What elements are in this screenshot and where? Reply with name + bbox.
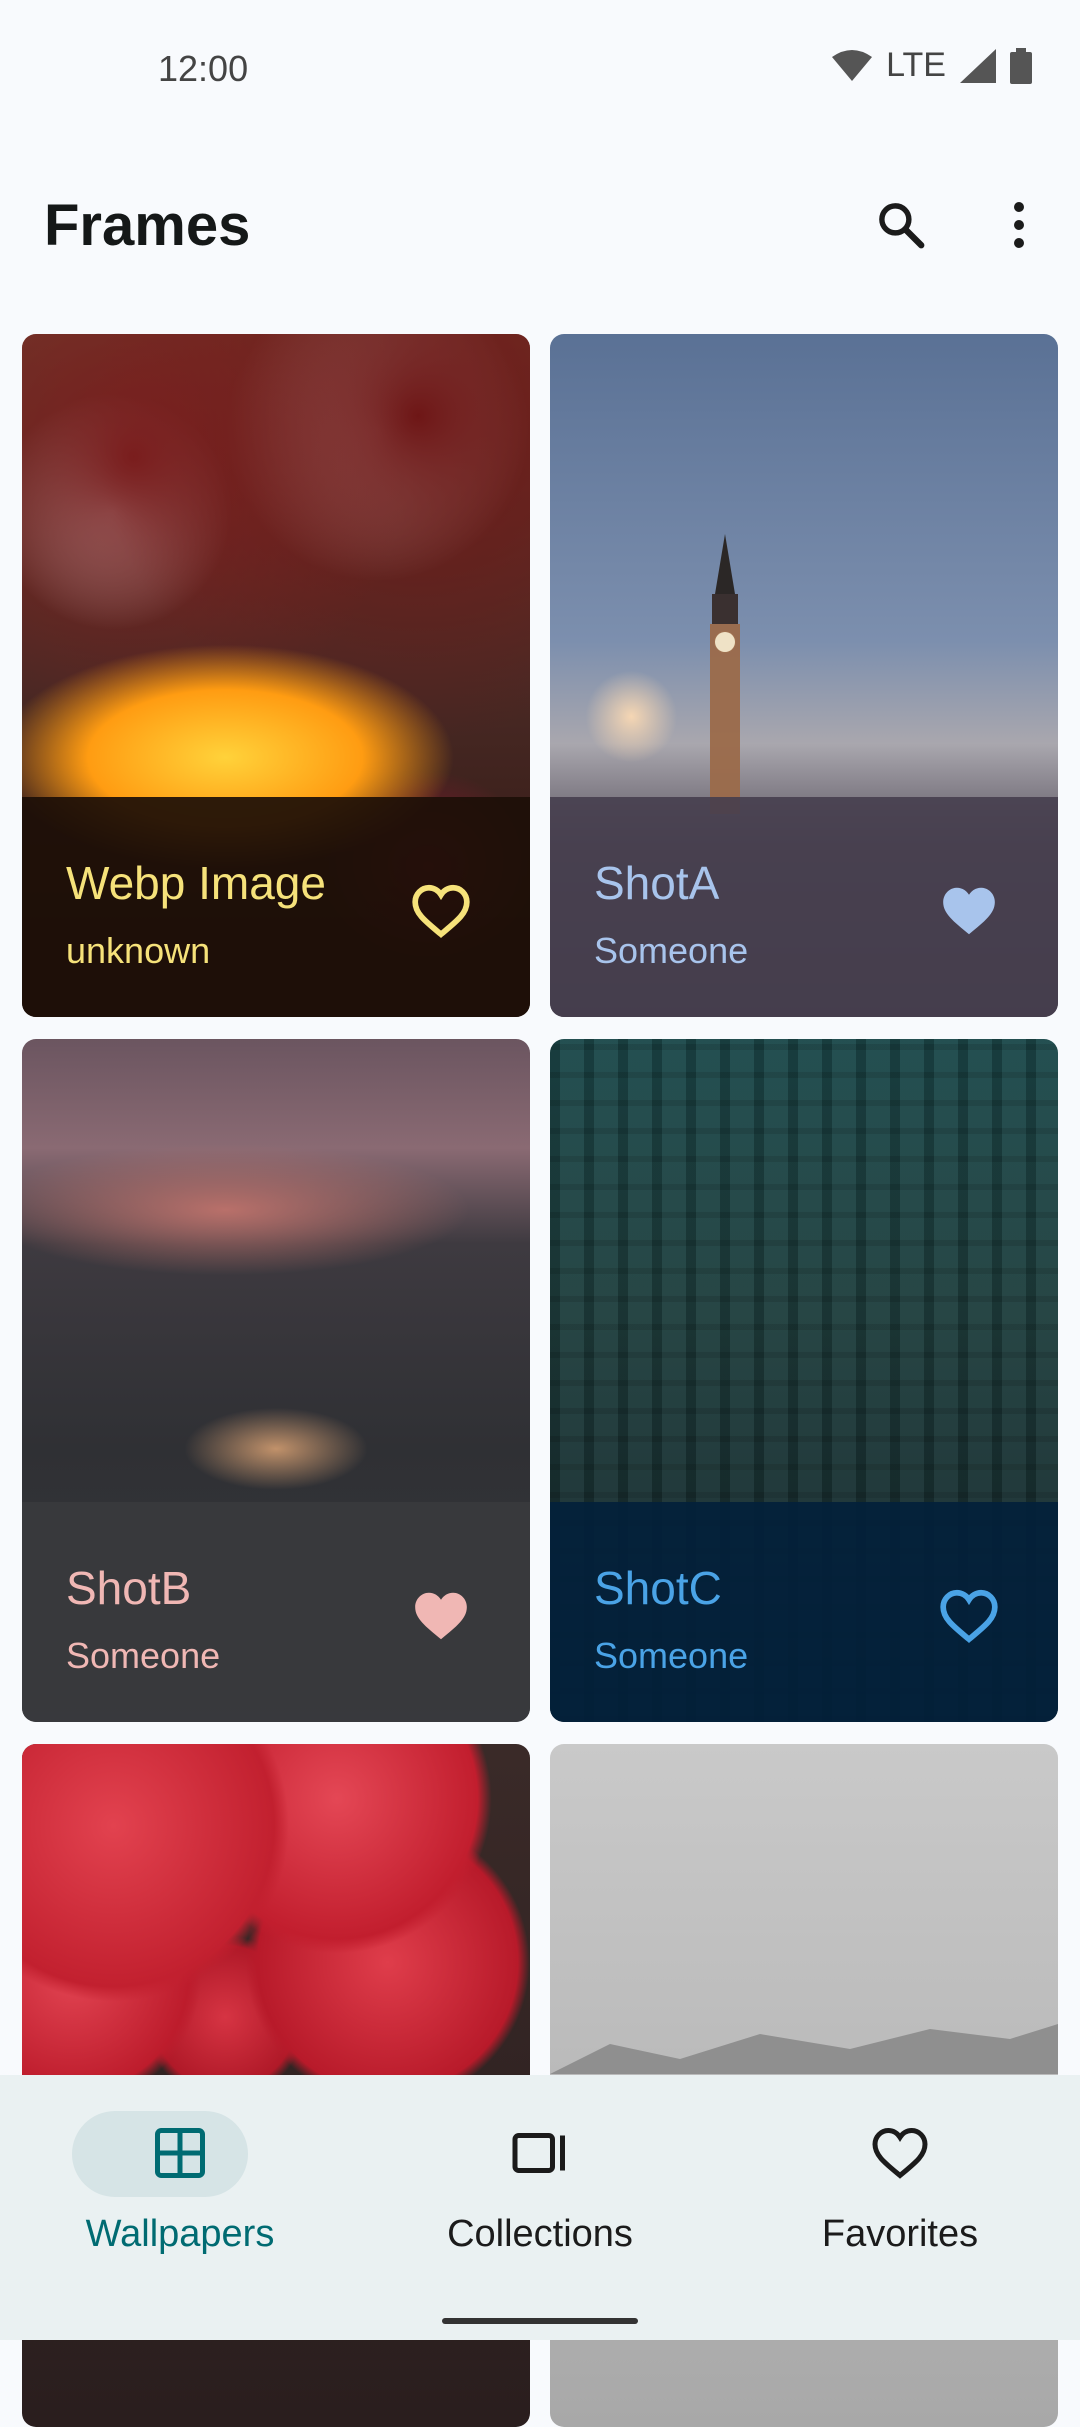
bottom-navigation: Wallpapers Collections Favorites: [0, 2075, 1080, 2340]
gesture-handle[interactable]: [442, 2318, 638, 2324]
heart-filled-icon[interactable]: [938, 880, 1000, 942]
network-label: LTE: [886, 46, 946, 84]
wallpaper-title: ShotC: [594, 1562, 722, 1614]
wallpaper-title: ShotB: [66, 1562, 192, 1614]
wallpaper-title: ShotA: [594, 857, 720, 909]
heart-icon: [872, 2127, 928, 2179]
status-time: 12:00: [158, 48, 249, 89]
status-icons: LTE: [832, 46, 1032, 85]
wallpaper-card[interactable]: ShotC Someone: [550, 1039, 1058, 1722]
grid-icon: [155, 2128, 205, 2178]
wallpaper-card[interactable]: Webp Image unknown: [22, 334, 530, 1017]
wallpaper-author: Someone: [66, 1635, 221, 1676]
status-bar: 12:00 LTE: [0, 0, 1080, 140]
tower-shape: [710, 534, 740, 814]
nav-item-wallpapers[interactable]: Wallpapers: [0, 2075, 360, 2305]
wallpaper-author: unknown: [66, 930, 211, 971]
search-icon: [879, 203, 925, 249]
heart-outline-icon[interactable]: [938, 1585, 1000, 1647]
wallpaper-card[interactable]: ShotA Someone: [550, 334, 1058, 1017]
wifi-icon: [832, 49, 873, 81]
signal-icon: [960, 48, 996, 83]
wallpaper-author: Someone: [594, 930, 749, 971]
collections-icon: [512, 2133, 565, 2173]
wallpaper-author: Someone: [594, 1635, 749, 1676]
page-title: Frames: [44, 193, 251, 258]
battery-icon: [1010, 47, 1032, 84]
nav-label: Wallpapers: [85, 2213, 275, 2255]
wallpaper-title: Webp Image: [66, 857, 326, 909]
wallpaper-card[interactable]: ShotB Someone: [22, 1039, 530, 1722]
mountain-shape: [550, 2024, 1058, 2074]
more-options-button[interactable]: [984, 190, 1054, 260]
search-button[interactable]: [866, 190, 936, 260]
heart-filled-icon[interactable]: [410, 1585, 472, 1647]
more-vert-icon: [1014, 202, 1024, 248]
nav-item-collections[interactable]: Collections: [360, 2075, 720, 2305]
heart-outline-icon[interactable]: [410, 880, 472, 942]
nav-item-favorites[interactable]: Favorites: [720, 2075, 1080, 2305]
top-app-bar: Frames: [0, 170, 1080, 280]
nav-label: Collections: [447, 2213, 633, 2255]
nav-label: Favorites: [821, 2213, 979, 2255]
